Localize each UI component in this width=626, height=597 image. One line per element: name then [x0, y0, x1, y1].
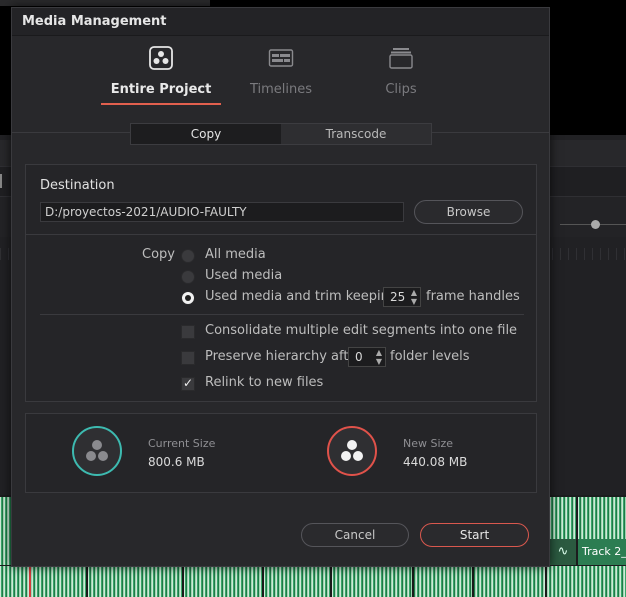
folder-levels-suffix: folder levels [390, 349, 470, 364]
preserve-hierarchy-label: Preserve hierarchy after [205, 349, 362, 364]
all-media-radio[interactable] [181, 249, 195, 263]
relink-checkbox[interactable]: ✓ [181, 377, 195, 391]
resolve-logo-icon [149, 46, 173, 70]
consolidate-label: Consolidate multiple edit segments into … [205, 323, 518, 338]
start-button[interactable]: Start [420, 523, 529, 547]
current-size-title: Current Size [148, 437, 216, 450]
tab-label: Entire Project [110, 82, 212, 97]
relink-label: Relink to new files [205, 375, 324, 390]
audio-track-waveform[interactable] [0, 566, 626, 597]
clip-divider [472, 566, 474, 597]
clip-divider [182, 566, 184, 597]
copy-options-label: Copy [142, 247, 175, 262]
stepper-arrows-icon[interactable]: ▲ ▼ [376, 348, 382, 366]
consolidate-checkbox[interactable] [181, 325, 195, 339]
zoom-slider-handle[interactable] [591, 220, 600, 229]
viewer-top-strip [0, 0, 210, 6]
dialog-title: Media Management [22, 14, 167, 29]
active-tab-indicator [101, 103, 221, 105]
tab-label: Timelines [249, 82, 313, 97]
dialog-title-bar[interactable]: Media Management [12, 8, 549, 36]
destination-label: Destination [40, 178, 115, 193]
new-size-value: 440.08 MB [403, 455, 468, 469]
clip-divider [545, 566, 547, 597]
options-panel: Destination D:/proyectos-2021/AUDIO-FAUL… [25, 164, 537, 402]
tab-timelines[interactable]: Timelines [221, 36, 341, 106]
size-summary-panel: Current Size 800.6 MB New Size 440.08 MB [25, 413, 537, 493]
folder-levels-stepper[interactable]: 0 ▲ ▼ [348, 347, 386, 367]
clip-divider [330, 566, 332, 597]
track-clip-label[interactable]: Track 2_0 [578, 539, 626, 565]
cancel-button[interactable]: Cancel [301, 523, 409, 547]
stepper-arrows-icon[interactable]: ▲ ▼ [411, 288, 417, 306]
audio-curve-icon[interactable]: ∿ [550, 539, 576, 565]
used-media-trim-radio[interactable] [181, 291, 195, 305]
clip-divider [412, 566, 414, 597]
divider [40, 314, 524, 315]
used-media-trim-label: Used media and trim keeping [205, 289, 398, 304]
tab-bar: Entire Project Timelines Clips [12, 36, 549, 133]
frame-handles-suffix: frame handles [426, 289, 520, 304]
new-size-indicator [327, 426, 377, 476]
resolve-logo-icon [86, 440, 108, 461]
tab-label: Clips [385, 82, 417, 97]
clip-divider [262, 566, 264, 597]
clip-divider [86, 566, 88, 597]
audio-clip-waveform[interactable] [578, 497, 626, 539]
current-size-value: 800.6 MB [148, 455, 205, 469]
timeline-icon [268, 49, 294, 67]
destination-path-field[interactable]: D:/proyectos-2021/AUDIO-FAULTY [40, 202, 404, 222]
playhead[interactable] [29, 566, 31, 597]
current-size-indicator [72, 426, 122, 476]
divider [26, 234, 536, 235]
used-media-radio[interactable] [181, 270, 195, 284]
copy-mode-button[interactable]: Copy [131, 124, 281, 144]
clips-icon [389, 48, 413, 69]
media-management-dialog: Media Management Entire Project Timeline… [11, 7, 550, 567]
frame-handles-stepper[interactable]: 25 ▲ ▼ [383, 287, 421, 307]
used-media-label: Used media [205, 268, 283, 283]
new-size-title: New Size [403, 437, 454, 450]
mode-segmented-control: Copy Transcode [130, 123, 432, 145]
frame-handles-value: 25 [390, 290, 406, 304]
resolve-logo-icon [341, 440, 363, 461]
checkmark-icon: ✓ [182, 376, 194, 390]
all-media-label: All media [205, 247, 266, 262]
tab-entire-project[interactable]: Entire Project [101, 36, 221, 106]
preserve-hierarchy-checkbox[interactable] [181, 351, 195, 365]
step-forward-icon[interactable] [0, 174, 9, 188]
browse-button[interactable]: Browse [414, 200, 523, 224]
transcode-mode-button[interactable]: Transcode [281, 124, 431, 144]
folder-levels-value: 0 [355, 350, 363, 364]
tab-clips[interactable]: Clips [341, 36, 461, 106]
